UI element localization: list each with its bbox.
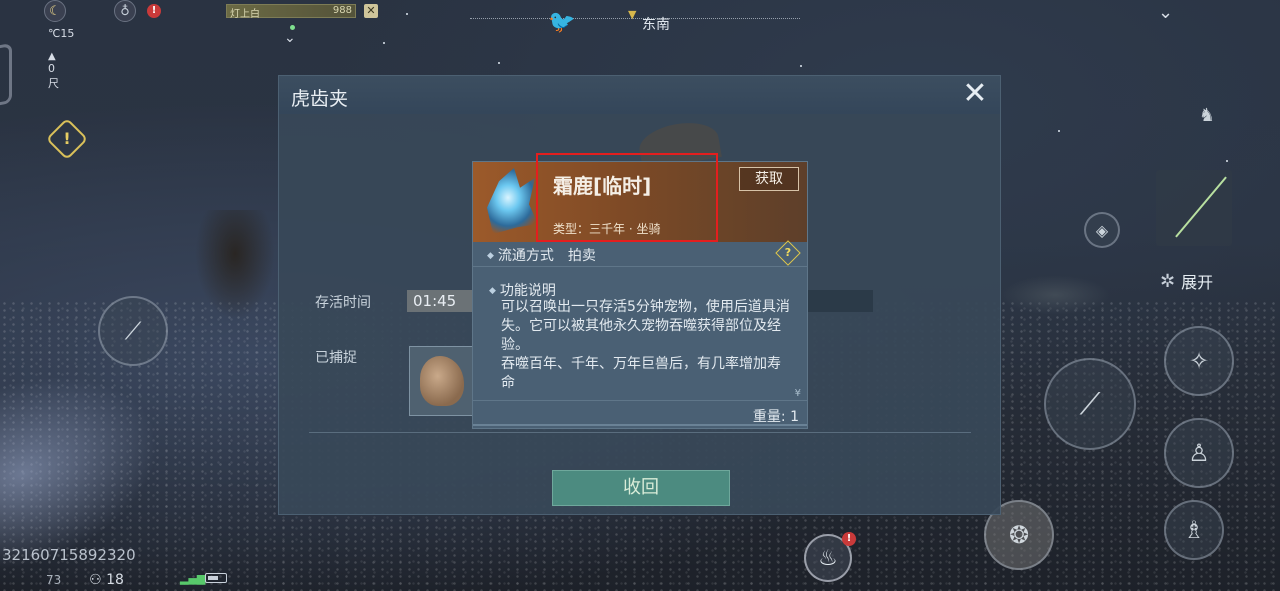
item-weight: 重量: 1 — [752, 409, 799, 425]
bullet-icon: ◆ — [489, 286, 496, 296]
pet-icon[interactable]: ♞ — [1190, 98, 1224, 132]
item-tooltip: 霜鹿[临时] 类型：三千年 · 坐骑 获取 ◆ 流通方式 拍卖 ? ◆ 功能说明 可以… — [472, 161, 808, 429]
tooltip-header: 霜鹿[临时] 类型：三千年 · 坐骑 获取 — [473, 162, 807, 242]
expand-button[interactable]: ✲ 展开 — [1160, 266, 1232, 296]
circulation-value: 拍卖 — [567, 248, 596, 264]
star — [1058, 130, 1060, 132]
map-icon[interactable]: ◈ — [1084, 212, 1120, 248]
stat-value: 73 — [46, 573, 62, 587]
scroll-down-icon[interactable]: ¥ — [795, 388, 801, 399]
obtain-button[interactable]: 获取 — [739, 167, 799, 191]
flute-icon[interactable]: ⟋ — [98, 296, 168, 366]
star — [383, 42, 385, 44]
star — [406, 13, 408, 15]
survival-time-label: 存活时间 — [315, 295, 371, 311]
item-name: 霜鹿[临时] — [553, 174, 652, 198]
horse-icon — [420, 356, 464, 406]
captured-label: 已捕捉 — [315, 350, 357, 366]
chevron-down-icon[interactable]: ⌄ — [284, 30, 296, 46]
target-health-bar: 灯上白 988 — [226, 4, 356, 20]
creature-silhouette — [1000, 275, 1110, 315]
dialog-title: 虎齿夹 — [291, 88, 349, 110]
altitude-readout: ▲ 0尺 — [48, 51, 59, 90]
compass-bird-icon: 🐦 — [548, 10, 576, 35]
frost-deer-icon — [487, 168, 538, 234]
signal-icon: ▂▄▆ — [180, 572, 206, 585]
survival-time-bar — [807, 290, 873, 312]
gear-icon: ✲ — [1160, 270, 1176, 292]
alert-badge: ! — [842, 532, 856, 546]
warning-icon[interactable]: ! — [45, 117, 89, 161]
player-id: 32160715892320 — [2, 546, 136, 564]
circulation-row: ◆ 流通方式 拍卖 — [487, 245, 596, 265]
bullet-icon: ◆ — [487, 251, 494, 261]
hex-frame — [0, 43, 12, 109]
expand-label: 展开 — [1181, 273, 1214, 292]
star — [800, 65, 802, 67]
target-name: 灯上白 — [230, 9, 260, 20]
compass-direction: 东南 — [642, 17, 670, 33]
creature-silhouette — [195, 210, 275, 320]
divider — [473, 424, 807, 426]
target-close-icon[interactable]: ✕ — [364, 4, 378, 18]
item-type: 类型：三千年 · 坐骑 — [553, 222, 661, 236]
moon-icon: ☾ — [44, 0, 66, 22]
divider — [473, 400, 807, 401]
crouch-icon[interactable]: ♗ — [1164, 500, 1224, 560]
flute-icon[interactable]: ⟋ — [1044, 358, 1136, 450]
divider — [473, 266, 807, 267]
target-value: 988 — [332, 5, 352, 16]
fps-readout: ⚇ 18 — [89, 572, 124, 588]
description-body: 可以召唤出一只存活5分钟宠物，使用后道具消失。它可以被其他永久宠物吞噬获得部位及… — [501, 299, 790, 391]
divider — [309, 432, 971, 433]
compass-marker: ▼ — [628, 8, 637, 21]
alert-badge: ! — [147, 4, 161, 18]
star — [1226, 160, 1228, 162]
star — [498, 62, 500, 64]
help-icon[interactable]: ? — [775, 240, 801, 266]
climb-icon[interactable]: ♙ — [1164, 418, 1234, 488]
battery-icon — [205, 573, 227, 583]
dialog-header: 虎齿夹 ✕ — [279, 76, 1000, 114]
close-icon[interactable]: ✕ — [960, 79, 990, 110]
dance-icon[interactable]: ✧ — [1164, 326, 1234, 396]
recall-button[interactable]: 收回 — [552, 470, 730, 506]
minimap[interactable] — [1156, 170, 1232, 246]
circulation-label: 流通方式 — [497, 248, 554, 264]
bottom-stats: 73 ⚇ 18 — [46, 572, 172, 588]
survival-time-value: 01:45 — [407, 290, 477, 312]
captured-pet-slot[interactable] — [409, 346, 475, 416]
chevron-down-icon[interactable]: ⌄ — [1158, 2, 1173, 23]
description-title: ◆ 功能说明 — [489, 283, 556, 299]
mountain-icon: ▲ — [48, 51, 56, 62]
temperature-readout: ℃15 — [48, 27, 75, 40]
stomach-icon[interactable]: ♁ — [114, 0, 136, 22]
